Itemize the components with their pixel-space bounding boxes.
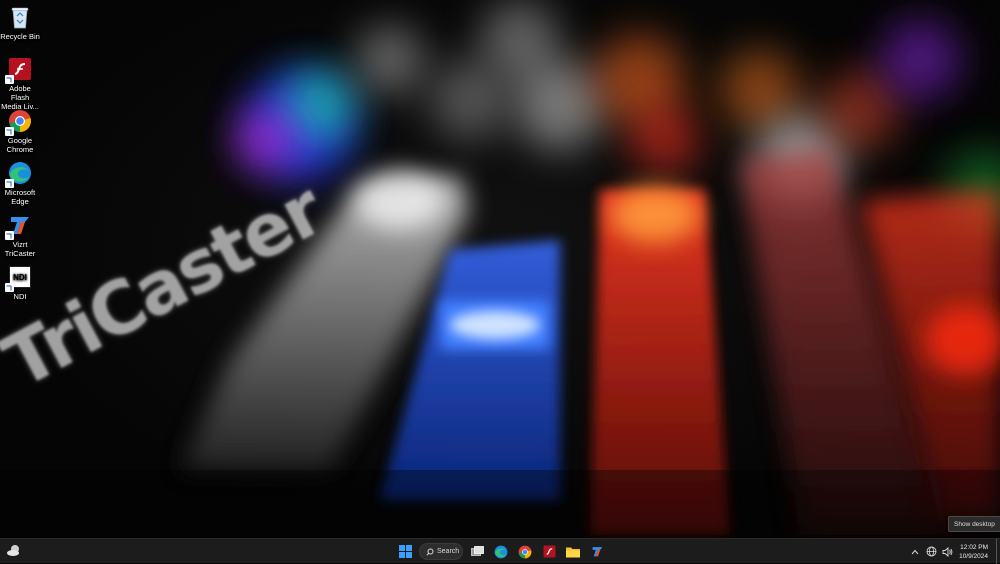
show-hidden-icons-button[interactable] <box>909 546 921 558</box>
taskbar-tricaster-button[interactable] <box>587 542 607 561</box>
desktop-icon-label: Adobe Flash Media Liv... <box>1 84 39 111</box>
shortcut-arrow-icon <box>5 127 14 136</box>
desktop-wallpaper: TriCaster <box>0 0 1000 538</box>
desktop-icon-google-chrome[interactable]: Google Chrome <box>0 108 40 154</box>
edge-icon <box>5 160 33 188</box>
desktop-icon-label: Recycle Bin <box>0 32 40 41</box>
task-view-button[interactable] <box>467 542 487 561</box>
edge-icon <box>494 545 508 558</box>
taskbar-edge-button[interactable] <box>491 542 511 561</box>
search-icon <box>426 548 434 556</box>
desktop-icon-label: Vizrt TriCaster <box>4 240 36 258</box>
start-button[interactable] <box>395 542 415 561</box>
chrome-icon <box>518 545 532 558</box>
start-icon <box>398 545 412 558</box>
chevron-up-icon <box>911 549 919 554</box>
shortcut-arrow-icon <box>5 283 14 292</box>
show-desktop-tooltip: Show desktop <box>948 516 1000 532</box>
taskbar-pinned-apps: Search <box>395 541 607 562</box>
search-label: Search <box>437 548 460 555</box>
taskbar-clock[interactable]: 12:02 PM 10/9/2024 <box>959 543 988 561</box>
adobe-flash-icon <box>5 56 33 84</box>
desktop-icon-microsoft-edge[interactable]: Microsoft Edge <box>0 160 40 206</box>
taskbar-search-box[interactable]: Search <box>419 543 463 560</box>
globe-network-icon <box>926 546 937 557</box>
tricaster-icon <box>5 212 33 240</box>
desktop-icon-recycle-bin[interactable]: Recycle Bin <box>0 4 40 41</box>
clock-time: 12:02 PM <box>960 543 988 551</box>
recycle-bin-icon <box>7 4 33 30</box>
tricaster-icon <box>592 547 602 557</box>
file-explorer-icon <box>566 547 580 557</box>
shortcut-arrow-icon <box>5 75 14 84</box>
task-view-icon <box>470 546 484 556</box>
speaker-icon <box>942 546 952 557</box>
show-desktop-button[interactable] <box>996 539 1000 564</box>
shortcut-arrow-icon <box>5 231 14 240</box>
ndi-glyph-text: NDI <box>13 272 27 282</box>
adobe-flash-icon <box>543 545 555 558</box>
chrome-icon <box>5 108 33 136</box>
taskbar-adobe-flash-button[interactable] <box>539 542 559 561</box>
weather-icon <box>7 545 19 556</box>
shortcut-arrow-icon <box>5 179 14 188</box>
taskbar-chrome-button[interactable] <box>515 542 535 561</box>
network-button[interactable] <box>925 546 937 558</box>
desktop-icon-label: Microsoft Edge <box>4 188 36 206</box>
desktop-icon-label: NDI <box>13 292 27 301</box>
desktop-icon-label: Google Chrome <box>6 136 34 154</box>
taskbar-file-explorer-button[interactable] <box>563 542 583 561</box>
volume-button[interactable] <box>941 546 953 558</box>
taskbar: Search 12:02 PM 10/9/2024 <box>0 538 1000 564</box>
system-tray: 12:02 PM 10/9/2024 <box>909 539 1000 564</box>
desktop-icon-adobe-flash[interactable]: Adobe Flash Media Liv... <box>0 56 40 111</box>
ndi-icon: NDI <box>5 264 33 292</box>
desktop-icon-vizrt-tricaster[interactable]: Vizrt TriCaster <box>0 212 40 258</box>
clock-date: 10/9/2024 <box>959 552 988 560</box>
widgets-button[interactable] <box>6 543 24 559</box>
desktop-icon-ndi[interactable]: NDI NDI <box>0 264 40 301</box>
